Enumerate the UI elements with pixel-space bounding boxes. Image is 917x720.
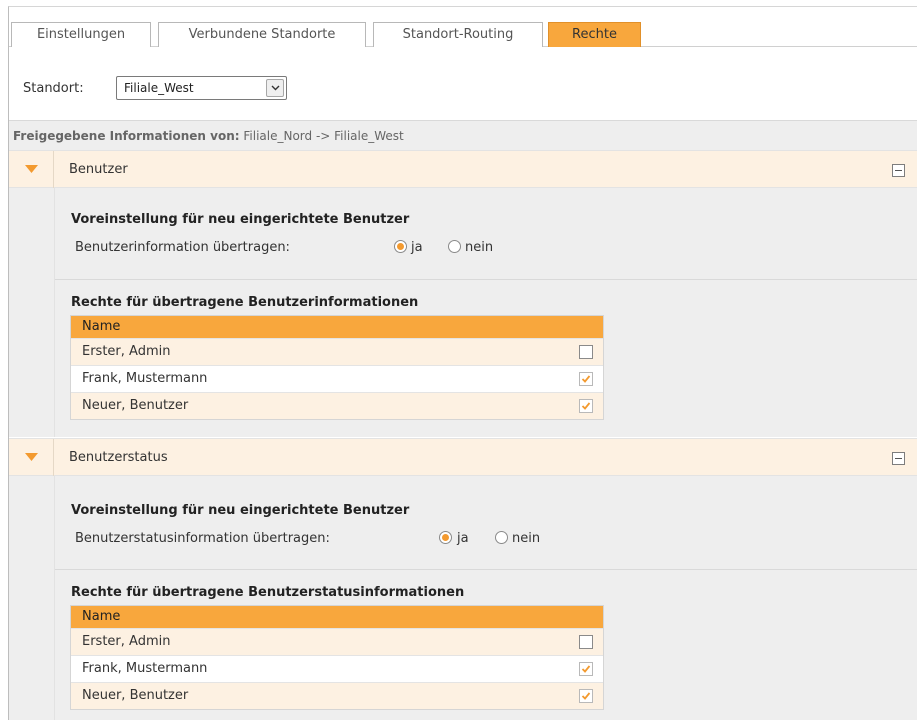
tab-verbundene-standorte[interactable]: Verbundene Standorte [158, 22, 366, 47]
section-body-benutzerstatus: Voreinstellung für neu eingerichtete Ben… [54, 476, 917, 720]
triangle-down-icon [25, 165, 38, 173]
transfer-option-label: Benutzerstatusinformation übertragen: [75, 531, 330, 546]
rights-table: Name Erster, Admin Frank, Mustermann Neu… [70, 605, 604, 710]
section-header-benutzer[interactable]: Benutzer [9, 150, 917, 188]
section-benutzerstatus: Benutzerstatus Voreinstellung für neu ei… [9, 438, 917, 720]
collapse-icon[interactable] [892, 164, 905, 177]
standort-row: Standort: Filiale_West [9, 48, 917, 120]
radio-nein[interactable] [495, 531, 508, 544]
collapse-icon[interactable] [892, 452, 905, 465]
row-name: Neuer, Benutzer [82, 688, 189, 703]
radio-nein[interactable] [448, 240, 461, 253]
radio-ja-label: ja [411, 240, 423, 255]
triangle-down-icon [25, 453, 38, 461]
right-checkbox[interactable] [579, 662, 593, 676]
table-row: Neuer, Benutzer [71, 392, 603, 419]
standort-label: Standort: [23, 81, 84, 96]
radio-ja-label: ja [457, 531, 469, 546]
rights-table: Name Erster, Admin Frank, Mustermann Neu… [70, 315, 604, 420]
default-settings-heading: Voreinstellung für neu eingerichtete Ben… [71, 503, 410, 518]
shared-info-route: Filiale_Nord -> Filiale_West [243, 129, 404, 143]
shared-info-prefix: Freigegebene Informationen von: [13, 129, 240, 143]
divider [55, 569, 917, 570]
table-row: Neuer, Benutzer [71, 682, 603, 709]
section-benutzer: Benutzer Voreinstellung für neu eingeric… [9, 150, 917, 437]
standort-select[interactable]: Filiale_West [116, 76, 287, 100]
checkmark-icon [581, 402, 591, 410]
right-checkbox[interactable] [579, 399, 593, 413]
right-checkbox[interactable] [579, 345, 593, 359]
tab-bar: Einstellungen Verbundene Standorte Stand… [9, 7, 917, 47]
table-row: Erster, Admin [71, 338, 603, 365]
table-row: Frank, Mustermann [71, 655, 603, 682]
standort-select-value: Filiale_West [124, 81, 194, 95]
expand-arrow-cell[interactable] [9, 151, 54, 188]
shared-info-bar: Freigegebene Informationen von: Filiale_… [9, 120, 917, 150]
row-name: Erster, Admin [82, 634, 171, 649]
radio-nein-label: nein [465, 240, 494, 255]
chevron-down-icon[interactable] [266, 79, 284, 97]
section-title: Benutzer [69, 162, 128, 177]
section-body-benutzer: Voreinstellung für neu eingerichtete Ben… [54, 188, 917, 437]
right-checkbox[interactable] [579, 635, 593, 649]
row-name: Frank, Mustermann [82, 371, 208, 386]
default-settings-heading: Voreinstellung für neu eingerichtete Ben… [71, 212, 410, 227]
tab-rechte[interactable]: Rechte [548, 22, 641, 47]
rights-panel: Einstellungen Verbundene Standorte Stand… [8, 6, 917, 720]
table-row: Frank, Mustermann [71, 365, 603, 392]
rights-heading: Rechte für übertragene Benutzerinformati… [71, 295, 419, 310]
section-header-benutzerstatus[interactable]: Benutzerstatus [9, 438, 917, 476]
radio-ja[interactable] [394, 240, 407, 253]
checkmark-icon [581, 665, 591, 673]
tab-einstellungen[interactable]: Einstellungen [11, 22, 151, 47]
checkmark-icon [581, 692, 591, 700]
tab-standort-routing[interactable]: Standort-Routing [373, 22, 543, 47]
table-row: Erster, Admin [71, 628, 603, 655]
radio-ja[interactable] [439, 531, 452, 544]
checkmark-icon [581, 375, 591, 383]
row-name: Frank, Mustermann [82, 661, 208, 676]
divider [55, 279, 917, 280]
radio-nein-label: nein [512, 531, 541, 546]
transfer-option-label: Benutzerinformation übertragen: [75, 240, 290, 255]
table-header-name: Name [71, 606, 603, 628]
right-checkbox[interactable] [579, 689, 593, 703]
table-header-name: Name [71, 316, 603, 338]
row-name: Neuer, Benutzer [82, 398, 189, 413]
rights-heading: Rechte für übertragene Benutzerstatusinf… [71, 585, 465, 600]
section-title: Benutzerstatus [69, 450, 168, 465]
shared-info-text: Freigegebene Informationen von: Filiale_… [13, 129, 404, 143]
row-name: Erster, Admin [82, 344, 171, 359]
expand-arrow-cell[interactable] [9, 439, 54, 476]
right-checkbox[interactable] [579, 372, 593, 386]
